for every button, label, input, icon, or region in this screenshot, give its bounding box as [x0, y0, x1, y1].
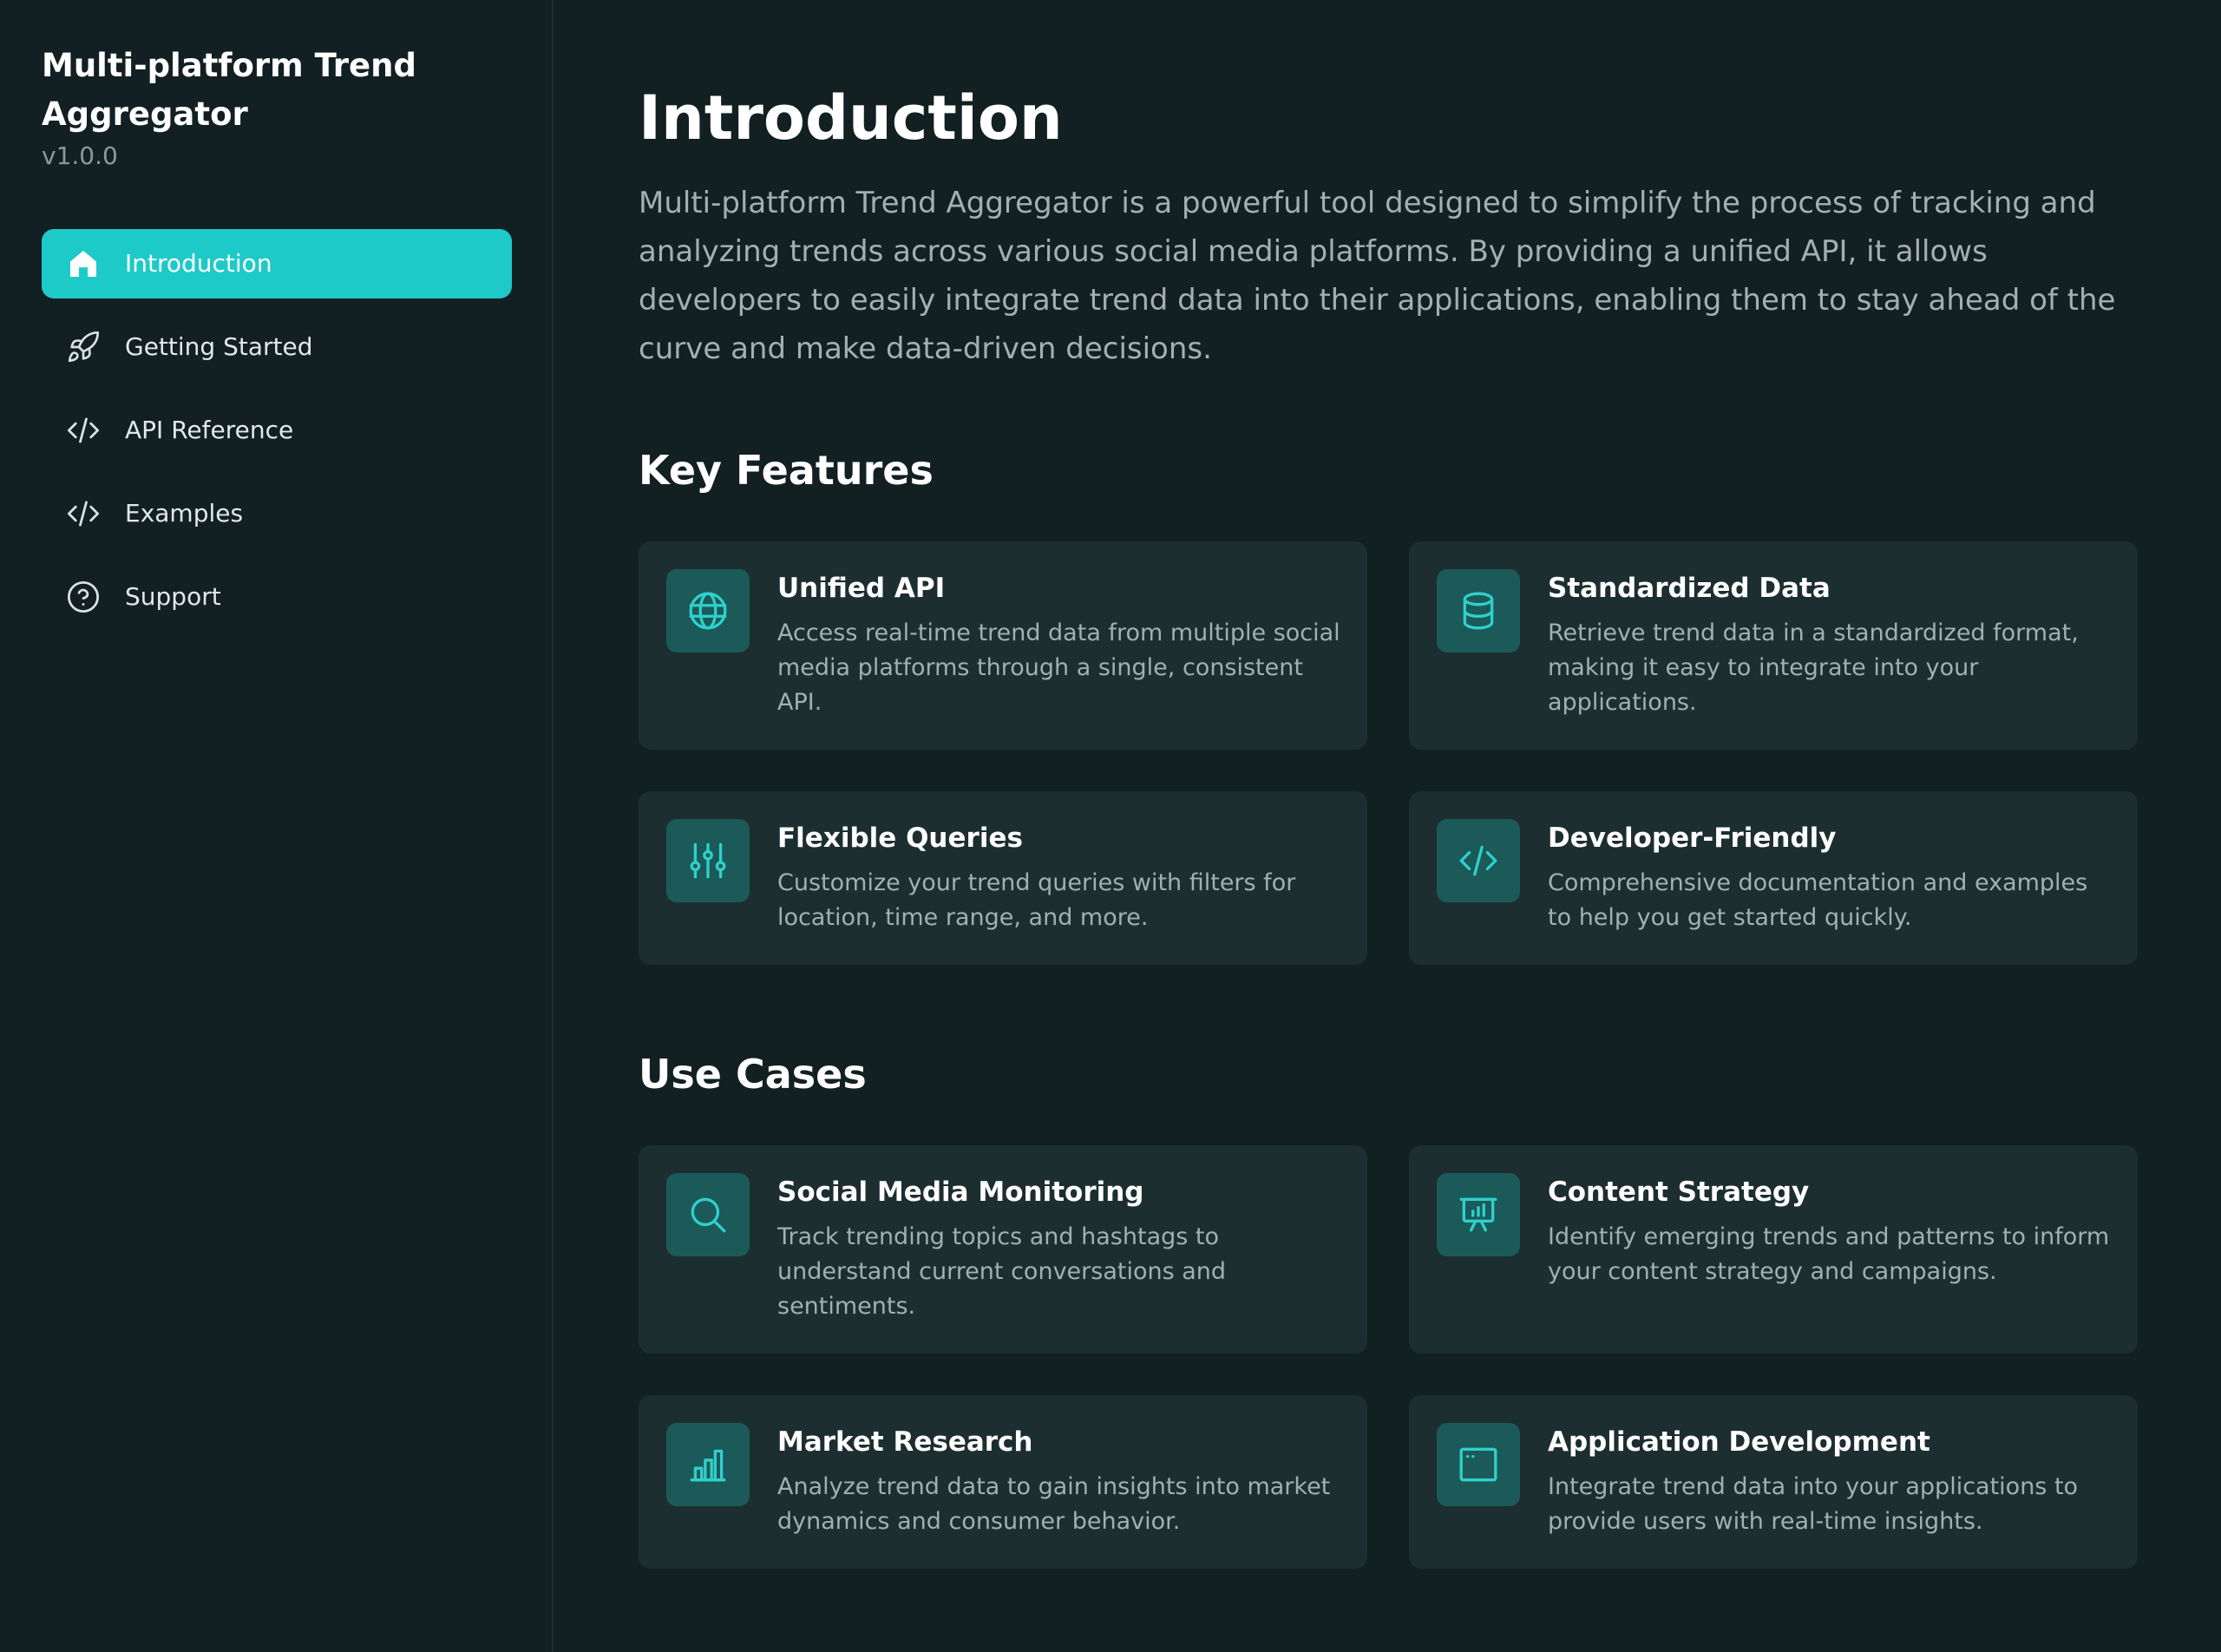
- card-title: Developer-Friendly: [1548, 823, 1837, 854]
- page-title: Introduction: [639, 82, 1063, 154]
- app-title: Multi-platform Trend Aggregator: [42, 47, 416, 133]
- feature-card-developer-friendly: Developer-Friendly Comprehensive documen…: [1409, 791, 2138, 965]
- bar-chart-icon: [666, 1423, 750, 1506]
- card-title: Unified API: [777, 573, 946, 604]
- use-case-card-application-development: Application Development Integrate trend …: [1409, 1395, 2138, 1569]
- use-case-card-content-strategy: Content Strategy Identify emerging trend…: [1409, 1145, 2138, 1354]
- card-description: Track trending topics and hashtags to un…: [777, 1223, 1227, 1320]
- sidebar-item-label: Examples: [125, 499, 244, 528]
- database-icon: [1437, 569, 1520, 652]
- card-description: Identify emerging trends and patterns to…: [1548, 1223, 2110, 1285]
- presentation-chart-icon: [1437, 1173, 1520, 1256]
- sliders-icon: [666, 819, 750, 902]
- sidebar-item-label: Getting Started: [125, 332, 313, 361]
- card-description: Retrieve trend data in a standardized fo…: [1548, 620, 2079, 716]
- sidebar: Multi-platform Trend Aggregator v1.0.0 I…: [0, 0, 554, 1652]
- rocket-icon: [42, 312, 125, 382]
- use-cases-title: Use Cases: [639, 1051, 867, 1098]
- search-icon: [666, 1173, 750, 1256]
- card-description: Comprehensive documentation and examples…: [1548, 869, 2088, 931]
- card-title: Flexible Queries: [777, 823, 1023, 854]
- card-description: Access real-time trend data from multipl…: [777, 620, 1340, 716]
- app-window-icon: [1437, 1423, 1520, 1506]
- use-case-card-social-media-monitoring: Social Media Monitoring Track trending t…: [639, 1145, 1367, 1354]
- code-icon: [42, 479, 125, 548]
- feature-card-standardized-data: Standardized Data Retrieve trend data in…: [1409, 541, 2138, 750]
- card-title: Application Development: [1548, 1426, 1930, 1458]
- help-circle-icon: [42, 562, 125, 632]
- app-version: v1.0.0: [42, 141, 118, 170]
- sidebar-nav: Introduction Getting Started API Referen…: [42, 229, 512, 646]
- sidebar-item-label: API Reference: [125, 416, 294, 444]
- card-title: Content Strategy: [1548, 1177, 1810, 1208]
- card-description: Customize your trend queries with filter…: [777, 869, 1296, 931]
- feature-card-flexible-queries: Flexible Queries Customize your trend qu…: [639, 791, 1367, 965]
- use-case-card-market-research: Market Research Analyze trend data to ga…: [639, 1395, 1367, 1569]
- sidebar-item-label: Introduction: [125, 249, 272, 278]
- intro-paragraph: Multi-platform Trend Aggregator is a pow…: [639, 186, 2116, 366]
- card-description: Analyze trend data to gain insights into…: [777, 1473, 1331, 1535]
- sidebar-item-examples[interactable]: Examples: [42, 479, 512, 548]
- card-title: Social Media Monitoring: [777, 1177, 1144, 1208]
- sidebar-item-label: Support: [125, 582, 221, 611]
- card-description: Integrate trend data into your applicati…: [1548, 1473, 2079, 1535]
- card-title: Market Research: [777, 1426, 1033, 1458]
- sidebar-item-api-reference[interactable]: API Reference: [42, 396, 512, 465]
- sidebar-item-support[interactable]: Support: [42, 562, 512, 632]
- globe-icon: [666, 569, 750, 652]
- code-icon: [1437, 819, 1520, 902]
- card-title: Standardized Data: [1548, 573, 1831, 604]
- home-icon: [42, 229, 125, 298]
- key-features-title: Key Features: [639, 447, 934, 494]
- sidebar-item-introduction[interactable]: Introduction: [42, 229, 512, 298]
- feature-card-unified-api: Unified API Access real-time trend data …: [639, 541, 1367, 750]
- code-icon: [42, 396, 125, 465]
- sidebar-item-getting-started[interactable]: Getting Started: [42, 312, 512, 382]
